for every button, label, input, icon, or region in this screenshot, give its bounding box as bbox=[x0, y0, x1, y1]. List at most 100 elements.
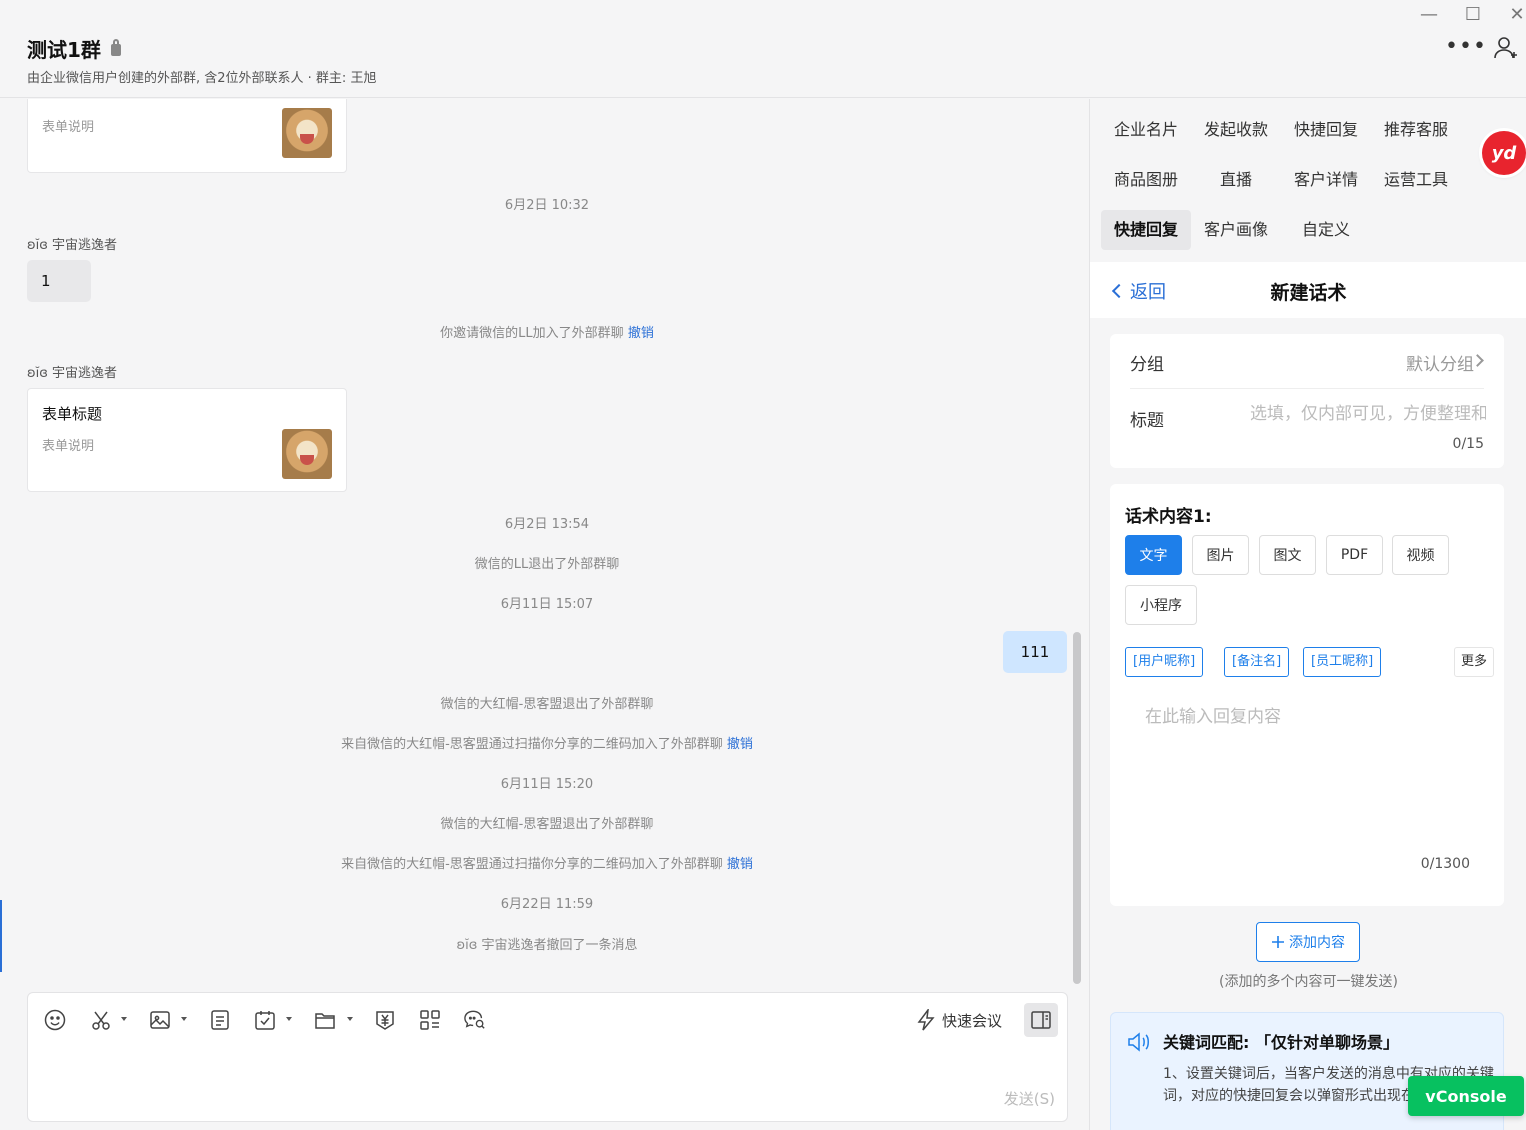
insert-staff-nickname[interactable]: [员工昵称] bbox=[1303, 647, 1382, 677]
tab-custom[interactable]: 自定义 bbox=[1281, 210, 1371, 250]
add-content-button[interactable]: 添加内容 bbox=[1256, 922, 1360, 962]
system-message: 微信的大红帽-思客盟退出了外部群聊 bbox=[440, 697, 654, 712]
tab-customer-profile[interactable]: 客户画像 bbox=[1191, 210, 1281, 250]
form-card[interactable]: 表单标题 表单说明 bbox=[27, 388, 347, 492]
dog-thumbnail bbox=[282, 108, 332, 158]
system-message: 来自微信的大红帽-思客盟通过扫描你分享的二维码加入了外部群聊 撤销 bbox=[7, 853, 1087, 872]
title-counter: 0/15 bbox=[1452, 436, 1484, 452]
yd-logo[interactable]: yd bbox=[1482, 131, 1526, 175]
close-icon[interactable]: ✕ bbox=[1505, 4, 1526, 25]
tab-quick-reply-top[interactable]: 快捷回复 bbox=[1281, 110, 1371, 150]
left-edge-indicator bbox=[0, 900, 2, 972]
vconsole-button[interactable]: vConsole bbox=[1408, 1076, 1524, 1116]
revoke-link[interactable]: 撤销 bbox=[727, 857, 753, 872]
type-text-button[interactable]: 文字 bbox=[1125, 535, 1182, 575]
lock-icon bbox=[110, 38, 121, 56]
apps-grid-icon[interactable] bbox=[419, 1009, 441, 1031]
time-label: 6月2日 13:54 bbox=[504, 517, 590, 532]
group-label: 分组 bbox=[1130, 355, 1164, 375]
emoji-icon[interactable] bbox=[44, 1009, 66, 1031]
revoke-link[interactable]: 撤销 bbox=[727, 737, 753, 752]
folder-dropdown-icon[interactable] bbox=[347, 1017, 353, 1021]
tab-quick-reply[interactable]: 快捷回复 bbox=[1101, 210, 1191, 250]
tab-recommend-service[interactable]: 推荐客服 bbox=[1371, 110, 1461, 150]
title-row: 测试1群 bbox=[27, 34, 121, 63]
card-desc: 表单说明 bbox=[42, 120, 95, 135]
tab-live[interactable]: 直播 bbox=[1191, 160, 1281, 200]
document-icon[interactable] bbox=[209, 1009, 231, 1031]
more-options-icon[interactable]: ••• bbox=[1445, 34, 1487, 59]
tab-ops-tools[interactable]: 运营工具 bbox=[1371, 160, 1461, 200]
more-variables-button[interactable]: 更多 bbox=[1454, 647, 1495, 677]
meta-form: 分组 默认分组 标题 0/15 bbox=[1110, 334, 1504, 468]
content-form: 话术内容1: 文字 图片 图文 PDF 视频 小程序 [用户昵称] [备注名] … bbox=[1110, 484, 1504, 906]
tip-title: 关键词匹配: 「仅针对单聊场景」 bbox=[1163, 1033, 1399, 1052]
image-dropdown-icon[interactable] bbox=[181, 1017, 187, 1021]
tab-business-card[interactable]: 企业名片 bbox=[1101, 110, 1191, 150]
system-message: ʚĭɞ 宇宙逃逸者撤回了一条消息 bbox=[456, 938, 638, 953]
type-miniprogram-button[interactable]: 小程序 bbox=[1125, 585, 1197, 625]
time-label: 6月2日 10:32 bbox=[504, 198, 590, 213]
image-icon[interactable] bbox=[149, 1009, 171, 1031]
send-button[interactable]: 发送(S) bbox=[1004, 1088, 1055, 1109]
scissors-icon[interactable] bbox=[90, 1009, 112, 1031]
system-message-text: 你邀请微信的LL加入了外部群聊 bbox=[440, 326, 624, 341]
system-message: 来自微信的大红帽-思客盟通过扫描你分享的二维码加入了外部群聊 撤销 bbox=[7, 733, 1087, 752]
sender-name: ʚĭɞ 宇宙逃逸者 bbox=[27, 366, 118, 381]
time-label: 6月11日 15:07 bbox=[500, 597, 594, 612]
type-image-button[interactable]: 图片 bbox=[1192, 535, 1249, 575]
quick-meeting-label: 快速会议 bbox=[942, 1011, 1003, 1030]
folder-icon[interactable] bbox=[314, 1009, 336, 1031]
task-dropdown-icon[interactable] bbox=[286, 1017, 292, 1021]
system-message: 微信的大红帽-思客盟退出了外部群聊 bbox=[440, 817, 654, 832]
revoke-link[interactable]: 撤销 bbox=[628, 326, 654, 341]
page-title: 测试1群 bbox=[27, 38, 101, 62]
maximize-icon[interactable]: ☐ bbox=[1461, 4, 1485, 25]
type-pdf-button[interactable]: PDF bbox=[1326, 535, 1383, 575]
payment-icon[interactable] bbox=[374, 1009, 396, 1031]
reply-content-input[interactable] bbox=[1125, 696, 1487, 846]
system-message: 你邀请微信的LL加入了外部群聊 撤销 bbox=[7, 322, 1087, 341]
task-icon[interactable] bbox=[254, 1009, 276, 1031]
insert-remark-name[interactable]: [备注名] bbox=[1224, 647, 1290, 677]
speaker-icon bbox=[1127, 1031, 1153, 1057]
message-composer[interactable]: 快速会议 发送(S) bbox=[27, 992, 1068, 1122]
tab-collect-payment[interactable]: 发起收款 bbox=[1191, 110, 1281, 150]
sidebar-toggle-button[interactable] bbox=[1024, 1003, 1058, 1037]
title-input[interactable] bbox=[1250, 404, 1486, 424]
form-card-top[interactable]: 表单说明 bbox=[27, 99, 347, 173]
chat-scrollbar[interactable] bbox=[1073, 632, 1081, 984]
content-heading: 话术内容1: bbox=[1125, 507, 1212, 527]
chat-header: — ☐ ✕ 测试1群 由企业微信用户创建的外部群, 含2位外部联系人 · 群主:… bbox=[0, 0, 1526, 98]
message-bubble[interactable]: 1 bbox=[27, 260, 91, 302]
time-label: 6月22日 11:59 bbox=[500, 897, 594, 912]
card-desc: 表单说明 bbox=[42, 439, 95, 454]
chat-messages[interactable]: 表单说明 6月2日 10:32 ʚĭɞ 宇宙逃逸者 1 你邀请微信的LL加入了外… bbox=[7, 99, 1087, 989]
minimize-icon[interactable]: — bbox=[1417, 4, 1441, 25]
quick-meeting-button[interactable]: 快速会议 bbox=[916, 1009, 1002, 1031]
add-content-label: 添加内容 bbox=[1289, 935, 1345, 951]
type-article-button[interactable]: 图文 bbox=[1259, 535, 1316, 575]
group-select[interactable]: 默认分组 bbox=[1406, 350, 1474, 375]
screenshot-dropdown-icon[interactable] bbox=[121, 1017, 127, 1021]
title-label: 标题 bbox=[1130, 411, 1164, 431]
dog-thumbnail bbox=[282, 429, 332, 479]
chevron-left-icon bbox=[1111, 283, 1127, 299]
system-message-text: 来自微信的大红帽-思客盟通过扫描你分享的二维码加入了外部群聊 bbox=[341, 857, 723, 872]
back-label: 返回 bbox=[1130, 282, 1166, 303]
divider bbox=[1130, 388, 1484, 389]
insert-user-nickname[interactable]: [用户昵称] bbox=[1125, 647, 1204, 677]
tab-product-album[interactable]: 商品图册 bbox=[1101, 160, 1191, 200]
chat-search-icon[interactable] bbox=[464, 1009, 486, 1031]
time-label: 6月11日 15:20 bbox=[500, 777, 594, 792]
tab-customer-detail[interactable]: 客户详情 bbox=[1281, 160, 1371, 200]
side-panel: 企业名片 发起收款 快捷回复 推荐客服 商品图册 直播 客户详情 运营工具 快捷… bbox=[1089, 99, 1526, 1130]
add-content-hint: (添加的多个内容可一键发送) bbox=[1219, 974, 1398, 990]
type-video-button[interactable]: 视频 bbox=[1392, 535, 1449, 575]
system-message: 微信的LL退出了外部群聊 bbox=[474, 557, 620, 572]
add-member-icon[interactable] bbox=[1494, 36, 1520, 64]
back-button[interactable]: 返回 bbox=[1111, 278, 1166, 304]
self-message-bubble[interactable]: 111 bbox=[1003, 631, 1067, 673]
chat-subtitle: 由企业微信用户创建的外部群, 含2位外部联系人 · 群主: 王旭 bbox=[27, 71, 377, 86]
card-title: 表单标题 bbox=[42, 405, 103, 423]
